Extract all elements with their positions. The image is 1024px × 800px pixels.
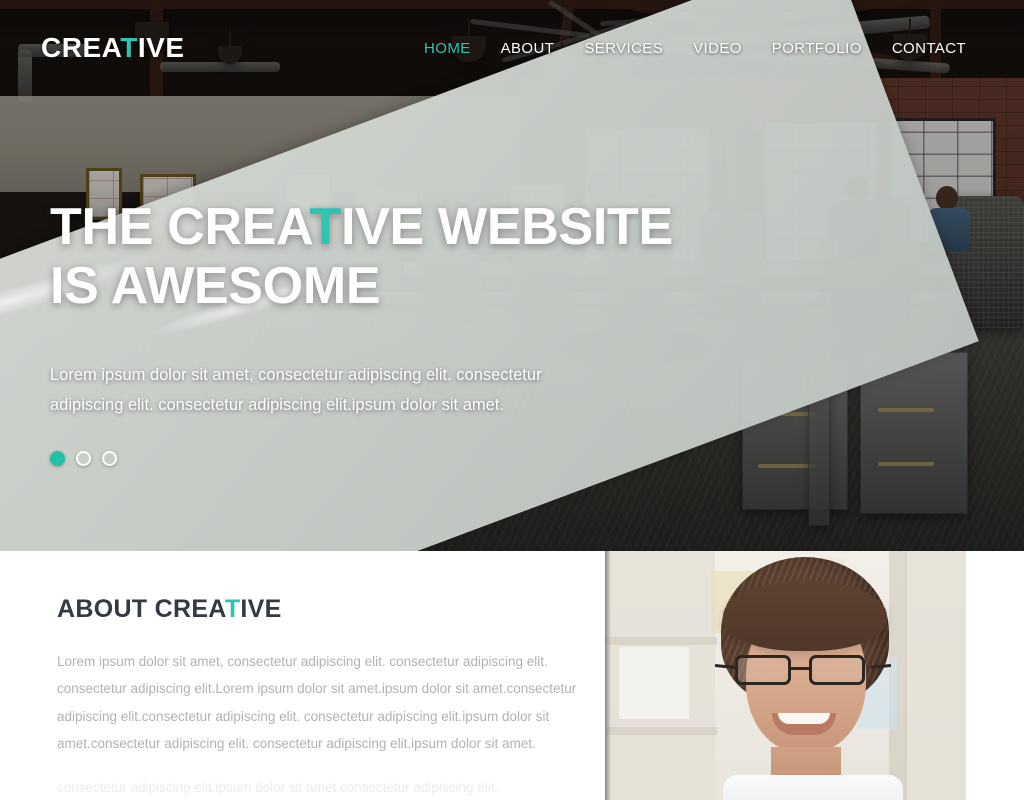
hero-title-line1: THE CREATIVE WEBSITE xyxy=(50,198,673,256)
nav-item-services[interactable]: SERVICES xyxy=(584,40,663,57)
portrait-shirt xyxy=(723,775,903,800)
main-navigation: HOME ABOUT SERVICES VIDEO PORTFOLIO CONT… xyxy=(424,40,966,57)
about-paragraph-partial: consectetur adipiscing elit.ipsum dolor … xyxy=(57,779,499,795)
logo-suffix: IVE xyxy=(137,32,185,63)
carousel-dot-3[interactable] xyxy=(102,450,117,466)
about-title-a: ABOUT CREA xyxy=(57,595,225,623)
nav-item-contact[interactable]: CONTACT xyxy=(892,40,966,57)
about-section: ABOUT CREATIVE Lorem ipsum dolor sit ame… xyxy=(0,551,1024,800)
about-paragraph: Lorem ipsum dolor sit amet, consectetur … xyxy=(57,654,577,752)
nav-item-about[interactable]: ABOUT xyxy=(501,40,555,57)
hero-title-highlight: T xyxy=(309,198,342,256)
carousel-dot-2[interactable] xyxy=(76,450,91,466)
hero-content: THE CREATIVE WEBSITE IS AWESOME Lorem ip… xyxy=(50,198,690,466)
portrait-fringe xyxy=(723,581,887,651)
about-heading: ABOUT CREATIVE xyxy=(57,595,577,624)
carousel-dot-1[interactable] xyxy=(50,450,65,466)
site-logo[interactable]: CREATIVE xyxy=(41,34,185,62)
about-text-block: ABOUT CREATIVE Lorem ipsum dolor sit ame… xyxy=(57,595,577,800)
hero-paragraph: Lorem ipsum dolor sit amet, consectetur … xyxy=(50,365,542,415)
logo-highlight: T xyxy=(120,32,138,63)
hero-section: CREATIVE HOME ABOUT SERVICES VIDEO PORTF… xyxy=(0,0,1024,551)
site-header: CREATIVE HOME ABOUT SERVICES VIDEO PORTF… xyxy=(0,0,1024,96)
hero-heading: THE CREATIVE WEBSITE IS AWESOME xyxy=(50,198,690,317)
about-portrait-image xyxy=(605,551,966,800)
carousel-indicators xyxy=(50,450,690,466)
nav-item-video[interactable]: VIDEO xyxy=(693,40,742,57)
hero-title-a: THE CREA xyxy=(50,198,310,256)
hero-title-line2: IS AWESOME xyxy=(50,257,381,316)
hero-title-b: IVE WEBSITE xyxy=(341,198,673,256)
nav-item-home[interactable]: HOME xyxy=(424,40,471,57)
logo-prefix: CREA xyxy=(41,32,121,63)
about-title-highlight: T xyxy=(224,595,241,623)
nav-item-portfolio[interactable]: PORTFOLIO xyxy=(772,40,862,57)
about-title-b: IVE xyxy=(240,595,282,623)
portrait-glasses xyxy=(714,655,892,689)
